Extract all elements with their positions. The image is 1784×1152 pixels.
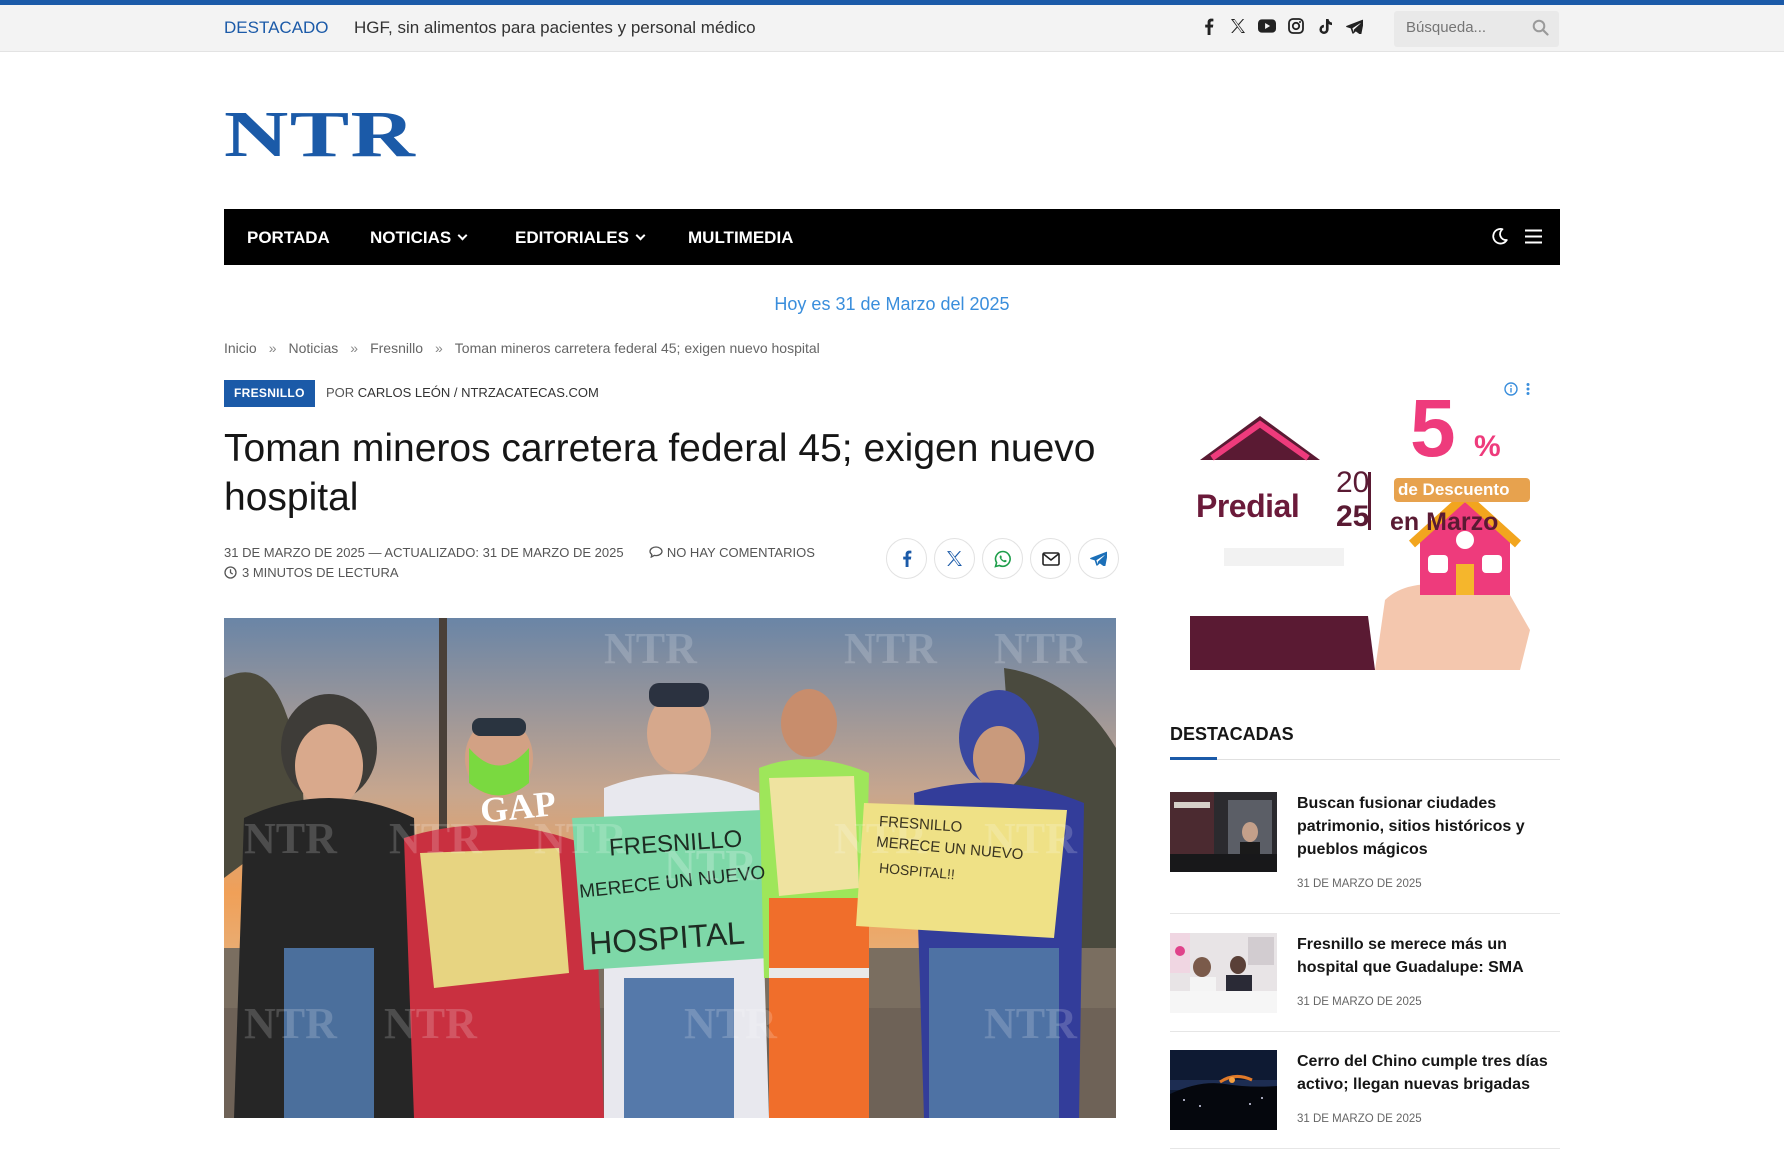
story-title[interactable]: Cerro del Chino cumple tres días activo;…	[1297, 1050, 1562, 1096]
story-date: 31 DE MARZO DE 2025	[1297, 1113, 1422, 1125]
nav-item-label: PORTADA	[247, 228, 330, 247]
clock-icon	[224, 566, 237, 579]
telegram-icon	[1090, 551, 1107, 566]
menu-icon[interactable]	[1524, 229, 1543, 249]
comments-link[interactable]: NO HAY COMENTARIOS	[649, 545, 815, 560]
story-thumbnail[interactable]	[1170, 792, 1277, 872]
ad-predial: Predial	[1196, 488, 1300, 524]
email-icon	[1041, 551, 1060, 566]
story-thumbnail[interactable]	[1170, 1050, 1277, 1130]
category-badge[interactable]: FRESNILLO	[224, 380, 315, 407]
breadcrumb-separator: »	[434, 340, 443, 356]
breadcrumb: Inicio » Noticias » Fresnillo » Toman mi…	[224, 340, 820, 356]
story-date: 31 DE MARZO DE 2025	[1297, 996, 1422, 1008]
share-telegram-button[interactable]	[1078, 538, 1119, 579]
svg-text:NTR: NTR	[684, 999, 778, 1048]
svg-text:NTR: NTR	[244, 999, 338, 1048]
current-date: Hoy es 31 de Marzo del 2025	[774, 294, 1010, 314]
svg-text:NTR: NTR	[984, 814, 1078, 863]
breadcrumb-fresnillo[interactable]: Fresnillo	[370, 340, 423, 356]
youtube-icon[interactable]	[1258, 16, 1276, 36]
ad-info-icon[interactable]	[1504, 382, 1534, 401]
nav-item-label: EDITORIALES	[515, 228, 629, 247]
share-facebook-button[interactable]	[886, 538, 927, 579]
published-date: 31 DE MARZO DE 2025	[224, 545, 365, 560]
sidebar-heading: DESTACADAS	[1170, 724, 1294, 744]
site-logo[interactable]: NTR	[224, 102, 416, 168]
reading-time-text: 3 MINUTOS DE LECTURA	[242, 565, 399, 580]
x-icon[interactable]	[1229, 16, 1247, 36]
tiktok-icon[interactable]	[1316, 16, 1334, 36]
story-thumbnail[interactable]	[1170, 933, 1277, 1013]
top-bar: DESTACADO HGF, sin alimentos para pacien…	[0, 5, 1784, 52]
comments-count: NO HAY COMENTARIOS	[666, 545, 815, 560]
svg-text:NTR: NTR	[834, 814, 928, 863]
ad-month: en Marzo	[1390, 508, 1499, 536]
facebook-icon[interactable]	[1200, 16, 1218, 36]
divider	[1170, 759, 1560, 760]
divider	[1170, 913, 1560, 914]
share-whatsapp-button[interactable]	[982, 538, 1023, 579]
ad-descuento: de Descuento	[1398, 480, 1510, 499]
dark-mode-toggle-icon[interactable]	[1490, 227, 1509, 251]
svg-text:NTR: NTR	[244, 814, 338, 863]
divider	[1170, 1148, 1560, 1149]
comment-icon	[649, 546, 663, 559]
ad-year-bottom: 25	[1336, 500, 1370, 533]
whatsapp-icon	[993, 550, 1011, 568]
svg-text:NTR: NTR	[389, 814, 483, 863]
ad-percent: 5	[1410, 383, 1456, 474]
nav-item-label: NOTICIAS	[370, 228, 452, 247]
breadcrumb-home[interactable]: Inicio	[224, 340, 257, 356]
heading-accent	[1170, 757, 1217, 760]
svg-text:NTR: NTR	[534, 814, 628, 863]
social-links	[1200, 16, 1363, 36]
advertisement[interactable]: Predial 20 25 5 % de Descuento en Marzo	[1190, 380, 1539, 670]
x-icon	[947, 551, 962, 566]
updated-label: — ACTUALIZADO:	[368, 545, 480, 560]
story-date: 31 DE MARZO DE 2025	[1297, 878, 1422, 890]
chevron-down-icon	[457, 230, 468, 241]
search-input[interactable]	[1406, 19, 1526, 36]
article-meta: 31 DE MARZO DE 2025 — ACTUALIZADO: 31 DE…	[224, 545, 815, 560]
author-link[interactable]: CARLOS LEÓN / NTRZACATECAS.COM	[358, 385, 599, 400]
article-featured-image: NTR NTR NTR NTR NTR NTR NTR NTR NTR NTR NTR NTR G…	[224, 618, 1116, 1118]
facebook-icon	[902, 550, 911, 567]
updated-date: 31 DE MARZO DE 2025	[482, 545, 624, 560]
byline-prefix: POR	[326, 385, 355, 400]
nav-item-label: MULTIMEDIA	[688, 228, 794, 247]
trending-link[interactable]: HGF, sin alimentos para pacientes y pers…	[354, 18, 756, 38]
reading-time: 3 MINUTOS DE LECTURA	[224, 565, 399, 580]
ad-year-top: 20	[1336, 466, 1370, 499]
ad-percent-sign: %	[1474, 430, 1501, 463]
nav-item-portada[interactable]: PORTADA	[247, 228, 330, 248]
nav-item-multimedia[interactable]: MULTIMEDIA	[688, 228, 793, 248]
breadcrumb-separator: »	[350, 340, 359, 356]
share-email-button[interactable]	[1030, 538, 1071, 579]
chevron-down-icon	[635, 230, 646, 241]
nav-item-editoriales[interactable]: EDITORIALES	[515, 228, 646, 248]
breadcrumb-noticias[interactable]: Noticias	[288, 340, 338, 356]
main-nav: PORTADA NOTICIAS EDITORIALES MULTIMEDIA	[224, 209, 1560, 265]
svg-text:NTR: NTR	[384, 999, 478, 1048]
divider	[1170, 1031, 1560, 1032]
svg-text:NTR: NTR	[994, 624, 1088, 673]
story-title[interactable]: Fresnillo se merece más un hospital que …	[1297, 933, 1562, 979]
byline: POR CARLOS LEÓN / NTRZACATECAS.COM	[326, 385, 599, 400]
breadcrumb-separator: »	[268, 340, 277, 356]
svg-text:NTR: NTR	[604, 624, 698, 673]
share-buttons	[886, 538, 1119, 579]
breadcrumb-current: Toman mineros carretera federal 45; exig…	[454, 340, 820, 356]
search-icon[interactable]	[1532, 19, 1549, 41]
trending-label: DESTACADO	[224, 18, 329, 37]
article-title: Toman mineros carretera federal 45; exig…	[224, 427, 1096, 519]
nav-item-noticias[interactable]: NOTICIAS	[370, 228, 468, 248]
story-title[interactable]: Buscan fusionar ciudades patrimonio, sit…	[1297, 792, 1562, 861]
search-box	[1394, 11, 1559, 47]
share-x-button[interactable]	[934, 538, 975, 579]
instagram-icon[interactable]	[1287, 16, 1305, 36]
telegram-icon[interactable]	[1345, 16, 1363, 36]
svg-text:NTR: NTR	[984, 999, 1078, 1048]
svg-text:NTR: NTR	[844, 624, 938, 673]
